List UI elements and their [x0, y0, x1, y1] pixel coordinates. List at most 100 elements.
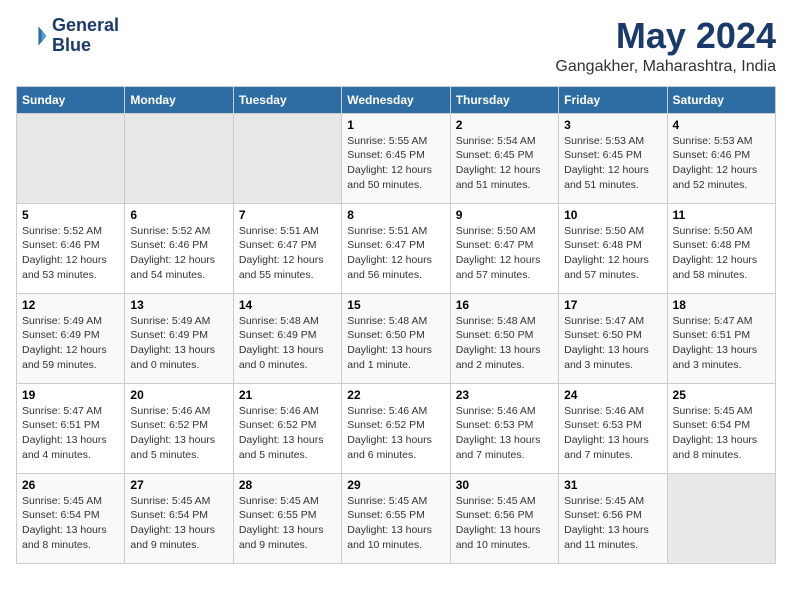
day-info: Sunrise: 5:48 AM Sunset: 6:50 PM Dayligh… — [456, 314, 553, 373]
day-cell: 8Sunrise: 5:51 AM Sunset: 6:47 PM Daylig… — [342, 203, 450, 293]
day-cell: 20 Sunrise: 5:46 AM Sunset: 6:52 PM Dayli… — [125, 383, 233, 473]
day-info: Sunrise: 5:45 AM Sunset: 6:54 PM Dayligh… — [673, 404, 770, 463]
day-info: Sunrise: 5:48 AM Sunset: 6:50 PM Dayligh… — [347, 314, 444, 373]
logo-text: General Blue — [52, 16, 119, 56]
day-cell: 19 Sunrise: 5:47 AM Sunset: 6:51 PM Dayli… — [17, 383, 125, 473]
page-header: General Blue May 2024 Gangakher, Maharas… — [16, 16, 776, 76]
day-info: Sunrise: 5:50 AM Sunset: 6:47 PM Dayligh… — [456, 224, 553, 283]
day-info: Sunrise: 5:53 AM Sunset: 6:46 PM Dayligh… — [673, 134, 770, 193]
day-info: Sunrise: 5:49 AM Sunset: 6:49 PM Dayligh… — [22, 314, 119, 373]
day-number: 26 — [22, 478, 119, 492]
day-cell: 29Sunrise: 5:45 AM Sunset: 6:55 PM Dayli… — [342, 473, 450, 563]
day-cell: 27 Sunrise: 5:45 AM Sunset: 6:54 PM Dayli… — [125, 473, 233, 563]
title-block: May 2024 Gangakher, Maharashtra, India — [555, 16, 776, 76]
day-number: 25 — [673, 388, 770, 402]
day-number: 24 — [564, 388, 661, 402]
day-number: 8 — [347, 208, 444, 222]
day-info: Sunrise: 5:46 AM Sunset: 6:52 PM Dayligh… — [130, 404, 227, 463]
day-cell: 10Sunrise: 5:50 AM Sunset: 6:48 PM Dayli… — [559, 203, 667, 293]
day-cell: 24 Sunrise: 5:46 AM Sunset: 6:53 PM Dayli… — [559, 383, 667, 473]
day-cell: 22 Sunrise: 5:46 AM Sunset: 6:52 PM Dayli… — [342, 383, 450, 473]
day-cell: 21 Sunrise: 5:46 AM Sunset: 6:52 PM Dayli… — [233, 383, 341, 473]
column-header-tuesday: Tuesday — [233, 86, 341, 113]
day-cell: 28 Sunrise: 5:45 AM Sunset: 6:55 PM Dayli… — [233, 473, 341, 563]
day-number: 13 — [130, 298, 227, 312]
month-title: May 2024 — [555, 16, 776, 56]
column-header-thursday: Thursday — [450, 86, 558, 113]
day-cell: 6Sunrise: 5:52 AM Sunset: 6:46 PM Daylig… — [125, 203, 233, 293]
day-number: 4 — [673, 118, 770, 132]
day-cell: 25 Sunrise: 5:45 AM Sunset: 6:54 PM Dayli… — [667, 383, 775, 473]
week-row-5: 26 Sunrise: 5:45 AM Sunset: 6:54 PM Dayli… — [17, 473, 776, 563]
day-cell — [233, 113, 341, 203]
day-cell: 26 Sunrise: 5:45 AM Sunset: 6:54 PM Dayli… — [17, 473, 125, 563]
day-number: 11 — [673, 208, 770, 222]
day-number: 20 — [130, 388, 227, 402]
header-row: SundayMondayTuesdayWednesdayThursdayFrid… — [17, 86, 776, 113]
day-info: Sunrise: 5:49 AM Sunset: 6:49 PM Dayligh… — [130, 314, 227, 373]
day-number: 27 — [130, 478, 227, 492]
day-cell: 31 Sunrise: 5:45 AM Sunset: 6:56 PM Dayli… — [559, 473, 667, 563]
day-cell: 12 Sunrise: 5:49 AM Sunset: 6:49 PM Dayli… — [17, 293, 125, 383]
day-info: Sunrise: 5:45 AM Sunset: 6:54 PM Dayligh… — [130, 494, 227, 553]
day-number: 21 — [239, 388, 336, 402]
column-header-wednesday: Wednesday — [342, 86, 450, 113]
week-row-2: 5Sunrise: 5:52 AM Sunset: 6:46 PM Daylig… — [17, 203, 776, 293]
day-number: 5 — [22, 208, 119, 222]
day-info: Sunrise: 5:47 AM Sunset: 6:50 PM Dayligh… — [564, 314, 661, 373]
day-cell: 16Sunrise: 5:48 AM Sunset: 6:50 PM Dayli… — [450, 293, 558, 383]
day-number: 1 — [347, 118, 444, 132]
day-number: 17 — [564, 298, 661, 312]
day-number: 23 — [456, 388, 553, 402]
week-row-1: 1 Sunrise: 5:55 AM Sunset: 6:45 PM Daylig… — [17, 113, 776, 203]
calendar-body: 1 Sunrise: 5:55 AM Sunset: 6:45 PM Daylig… — [17, 113, 776, 563]
column-header-sunday: Sunday — [17, 86, 125, 113]
day-cell: 5Sunrise: 5:52 AM Sunset: 6:46 PM Daylig… — [17, 203, 125, 293]
day-number: 30 — [456, 478, 553, 492]
day-info: Sunrise: 5:48 AM Sunset: 6:49 PM Dayligh… — [239, 314, 336, 373]
day-info: Sunrise: 5:55 AM Sunset: 6:45 PM Dayligh… — [347, 134, 444, 193]
day-info: Sunrise: 5:45 AM Sunset: 6:56 PM Dayligh… — [456, 494, 553, 553]
column-header-monday: Monday — [125, 86, 233, 113]
day-info: Sunrise: 5:46 AM Sunset: 6:53 PM Dayligh… — [564, 404, 661, 463]
day-info: Sunrise: 5:47 AM Sunset: 6:51 PM Dayligh… — [22, 404, 119, 463]
day-info: Sunrise: 5:53 AM Sunset: 6:45 PM Dayligh… — [564, 134, 661, 193]
day-cell: 9Sunrise: 5:50 AM Sunset: 6:47 PM Daylig… — [450, 203, 558, 293]
day-cell: 4 Sunrise: 5:53 AM Sunset: 6:46 PM Daylig… — [667, 113, 775, 203]
day-info: Sunrise: 5:46 AM Sunset: 6:52 PM Dayligh… — [239, 404, 336, 463]
day-number: 3 — [564, 118, 661, 132]
column-header-friday: Friday — [559, 86, 667, 113]
day-cell: 7 Sunrise: 5:51 AM Sunset: 6:47 PM Daylig… — [233, 203, 341, 293]
day-info: Sunrise: 5:45 AM Sunset: 6:54 PM Dayligh… — [22, 494, 119, 553]
day-number: 31 — [564, 478, 661, 492]
logo-icon — [16, 20, 48, 52]
location-title: Gangakher, Maharashtra, India — [555, 58, 776, 76]
day-number: 14 — [239, 298, 336, 312]
day-info: Sunrise: 5:46 AM Sunset: 6:52 PM Dayligh… — [347, 404, 444, 463]
day-cell: 23Sunrise: 5:46 AM Sunset: 6:53 PM Dayli… — [450, 383, 558, 473]
day-number: 7 — [239, 208, 336, 222]
day-info: Sunrise: 5:45 AM Sunset: 6:56 PM Dayligh… — [564, 494, 661, 553]
day-number: 2 — [456, 118, 553, 132]
day-number: 12 — [22, 298, 119, 312]
day-cell: 11 Sunrise: 5:50 AM Sunset: 6:48 PM Dayli… — [667, 203, 775, 293]
day-cell: 13 Sunrise: 5:49 AM Sunset: 6:49 PM Dayli… — [125, 293, 233, 383]
day-number: 29 — [347, 478, 444, 492]
day-info: Sunrise: 5:45 AM Sunset: 6:55 PM Dayligh… — [239, 494, 336, 553]
day-number: 28 — [239, 478, 336, 492]
day-info: Sunrise: 5:50 AM Sunset: 6:48 PM Dayligh… — [673, 224, 770, 283]
calendar-header: SundayMondayTuesdayWednesdayThursdayFrid… — [17, 86, 776, 113]
day-cell — [667, 473, 775, 563]
logo: General Blue — [16, 16, 119, 56]
day-info: Sunrise: 5:54 AM Sunset: 6:45 PM Dayligh… — [456, 134, 553, 193]
day-cell — [17, 113, 125, 203]
day-cell: 17 Sunrise: 5:47 AM Sunset: 6:50 PM Dayli… — [559, 293, 667, 383]
day-number: 19 — [22, 388, 119, 402]
day-cell: 3 Sunrise: 5:53 AM Sunset: 6:45 PM Daylig… — [559, 113, 667, 203]
day-cell: 1 Sunrise: 5:55 AM Sunset: 6:45 PM Daylig… — [342, 113, 450, 203]
day-number: 22 — [347, 388, 444, 402]
calendar-table: SundayMondayTuesdayWednesdayThursdayFrid… — [16, 86, 776, 564]
day-info: Sunrise: 5:51 AM Sunset: 6:47 PM Dayligh… — [239, 224, 336, 283]
day-info: Sunrise: 5:50 AM Sunset: 6:48 PM Dayligh… — [564, 224, 661, 283]
day-cell — [125, 113, 233, 203]
